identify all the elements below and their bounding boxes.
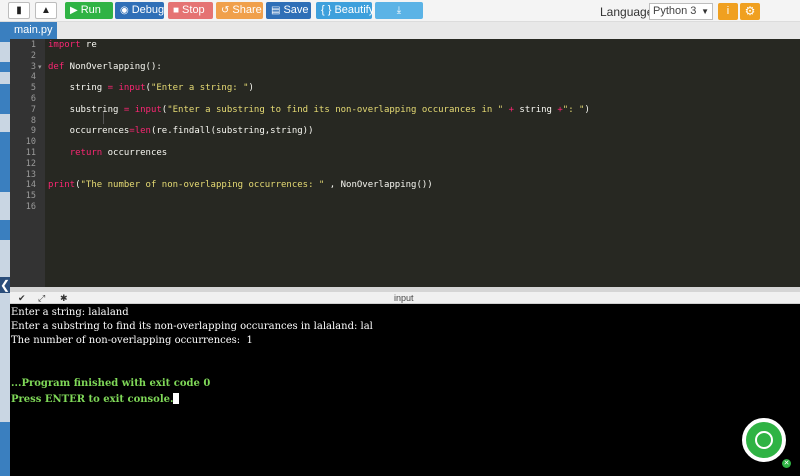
line-number: 3 [30,61,36,72]
collapse-icon[interactable]: ✔ [18,292,26,304]
console-prompt-line: Press ENTER to exit console. [11,393,180,405]
code-line: import re [48,40,97,50]
gear-icon: ⚙ [744,4,756,18]
stop-button[interactable]: ■ Stop [168,2,213,19]
exit-message: ...Program finished with exit code 0 [11,378,211,389]
info-button[interactable]: i [718,3,738,20]
run-label: Run [80,4,101,16]
stop-label: Stop [182,4,205,16]
line-number: 16 [25,202,36,212]
download-icon: ⤓ [396,5,402,16]
console-prompt: Press ENTER to exit console. [11,394,174,405]
line-number: 13 [25,169,36,180]
tab-main-py[interactable]: main.py [10,22,57,39]
sidebar-block [0,422,10,476]
save-label: Save [283,4,309,16]
left-sidebar-strip: ❮ [0,22,10,476]
settings-button[interactable]: ⚙ [740,3,760,20]
language-value: Python 3 [653,5,697,17]
share-icon: ↺ [221,5,230,16]
line-number: 8 [30,115,36,126]
line-number: 9 [30,126,36,137]
line-number: 1 [30,40,36,50]
close-icon: ✕ [783,460,790,467]
code-line: substring = input("Enter a substring to … [48,104,590,115]
debug-icon: ◉ [120,5,129,16]
file-icon: ▮ [16,5,22,16]
sidebar-block [0,220,10,240]
upload-icon: ▲ [41,5,51,16]
beautify-label: { } Beautify [321,4,375,16]
language-select[interactable]: Python 3 ▼ [649,3,713,20]
code-line: string = input("Enter a string: ") [48,83,254,94]
code-area[interactable]: import re def NonOverlapping(): string = … [45,39,800,287]
chat-close-button[interactable]: ✕ [782,459,791,468]
console-line: The number of non-overlapping occurrence… [11,335,253,346]
run-button[interactable]: ▶ Run [65,2,113,19]
toolbar: ▮ ▲ ▶ Run ◉ Debug ■ Stop ↺ Share ▤ Save { } B… [0,0,800,22]
download-button[interactable]: ⤓ [375,2,423,19]
save-icon: ▤ [271,5,281,16]
console-line: Enter a substring to find its non-overla… [11,321,373,332]
language-label: Language [600,5,654,19]
stop-icon: ■ [173,5,180,16]
code-line: def NonOverlapping(): [48,61,162,72]
console-line: Enter a string: lalaland [11,307,129,318]
chat-icon [755,431,773,449]
console-cursor [173,393,180,404]
save-button[interactable]: ▤ Save [266,2,311,19]
sidebar-block [0,132,10,192]
beautify-button[interactable]: { } Beautify [316,2,375,19]
chevron-left-icon: ❮ [0,278,11,292]
sidebar-block [0,62,10,72]
code-line: print("The number of non-overlapping occ… [48,180,433,191]
share-label: Share [232,4,262,16]
line-number: 6 [30,94,36,104]
debug-button[interactable]: ◉ Debug [115,2,164,19]
sidebar-collapse-button[interactable]: ❮ [0,277,10,293]
chevron-down-icon: ▼ [701,7,709,16]
debug-bug-icon[interactable]: ✱ [60,292,68,304]
code-line: occurrences=len(re.findall(substring,str… [48,126,314,137]
line-number: 12 [25,158,36,169]
line-number: 14 [25,180,36,191]
line-number: 15 [25,191,36,202]
line-number: 2 [30,50,36,61]
code-editor[interactable]: 1 2 3 4 5 6 7 8 9 10 11 12 13 14 15 16 ▾ import re def No… [10,39,800,287]
debug-label: Debug [131,4,165,16]
file-tab-bar: main.py [10,22,800,39]
expand-icon[interactable]: ⤢ [38,292,45,304]
upload-button[interactable]: ▲ [35,2,57,19]
line-number: 10 [25,137,36,148]
io-title: input [394,293,414,303]
sidebar-block [0,22,10,42]
code-line: return occurrences [69,148,168,158]
line-number: 4 [30,72,36,83]
fold-arrow-icon[interactable]: ▾ [38,63,42,71]
console-output[interactable]: Enter a string: lalaland Enter a substri… [10,304,800,476]
line-number: 11 [25,148,36,158]
line-number-gutter: 1 2 3 4 5 6 7 8 9 10 11 12 13 14 15 16 ▾ [10,39,45,287]
line-number: 7 [30,104,36,115]
play-icon: ▶ [70,5,78,16]
chat-button[interactable] [742,418,786,462]
share-button[interactable]: ↺ Share [216,2,263,19]
info-icon: i [726,5,730,17]
new-file-button[interactable]: ▮ [8,2,30,19]
io-bar: ✔ ⤢ ✱ input [10,292,800,304]
line-number: 5 [30,83,36,94]
sidebar-block [0,84,10,114]
